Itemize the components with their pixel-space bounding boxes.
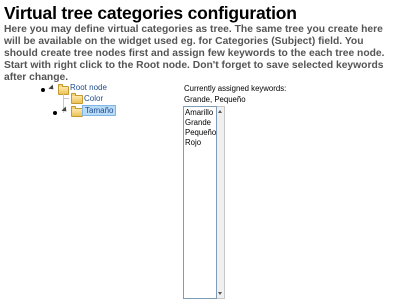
root-expander-icon[interactable] (48, 84, 56, 92)
keyword-option[interactable]: Rojo (185, 138, 216, 148)
page-title: Virtual tree categories configuration (4, 3, 297, 23)
keyword-option[interactable]: Amarillo (185, 108, 216, 118)
assigned-keywords-value: Grande, Pequeño (184, 95, 246, 104)
tree-connector (63, 98, 69, 99)
tree-node-tamano[interactable]: Tamaño (82, 105, 117, 116)
tamano-bullet (53, 111, 57, 115)
root-bullet (41, 88, 45, 92)
intro-text: Here you may define virtual categories a… (4, 24, 385, 83)
tree-node-root[interactable]: Root node (58, 82, 109, 93)
keywords-listbox[interactable]: Amarillo Grande Pequeño Rojo (183, 106, 217, 299)
keyword-option[interactable]: Grande (185, 118, 216, 128)
keywords-scrollbar[interactable] (217, 106, 225, 299)
scroll-down-icon[interactable] (218, 292, 222, 295)
tree-node-color[interactable]: Color (82, 93, 105, 104)
scroll-up-icon[interactable] (218, 110, 222, 113)
keyword-option[interactable]: Pequeño (185, 128, 216, 138)
assigned-keywords-caption: Currently assigned keywords: (184, 84, 287, 93)
